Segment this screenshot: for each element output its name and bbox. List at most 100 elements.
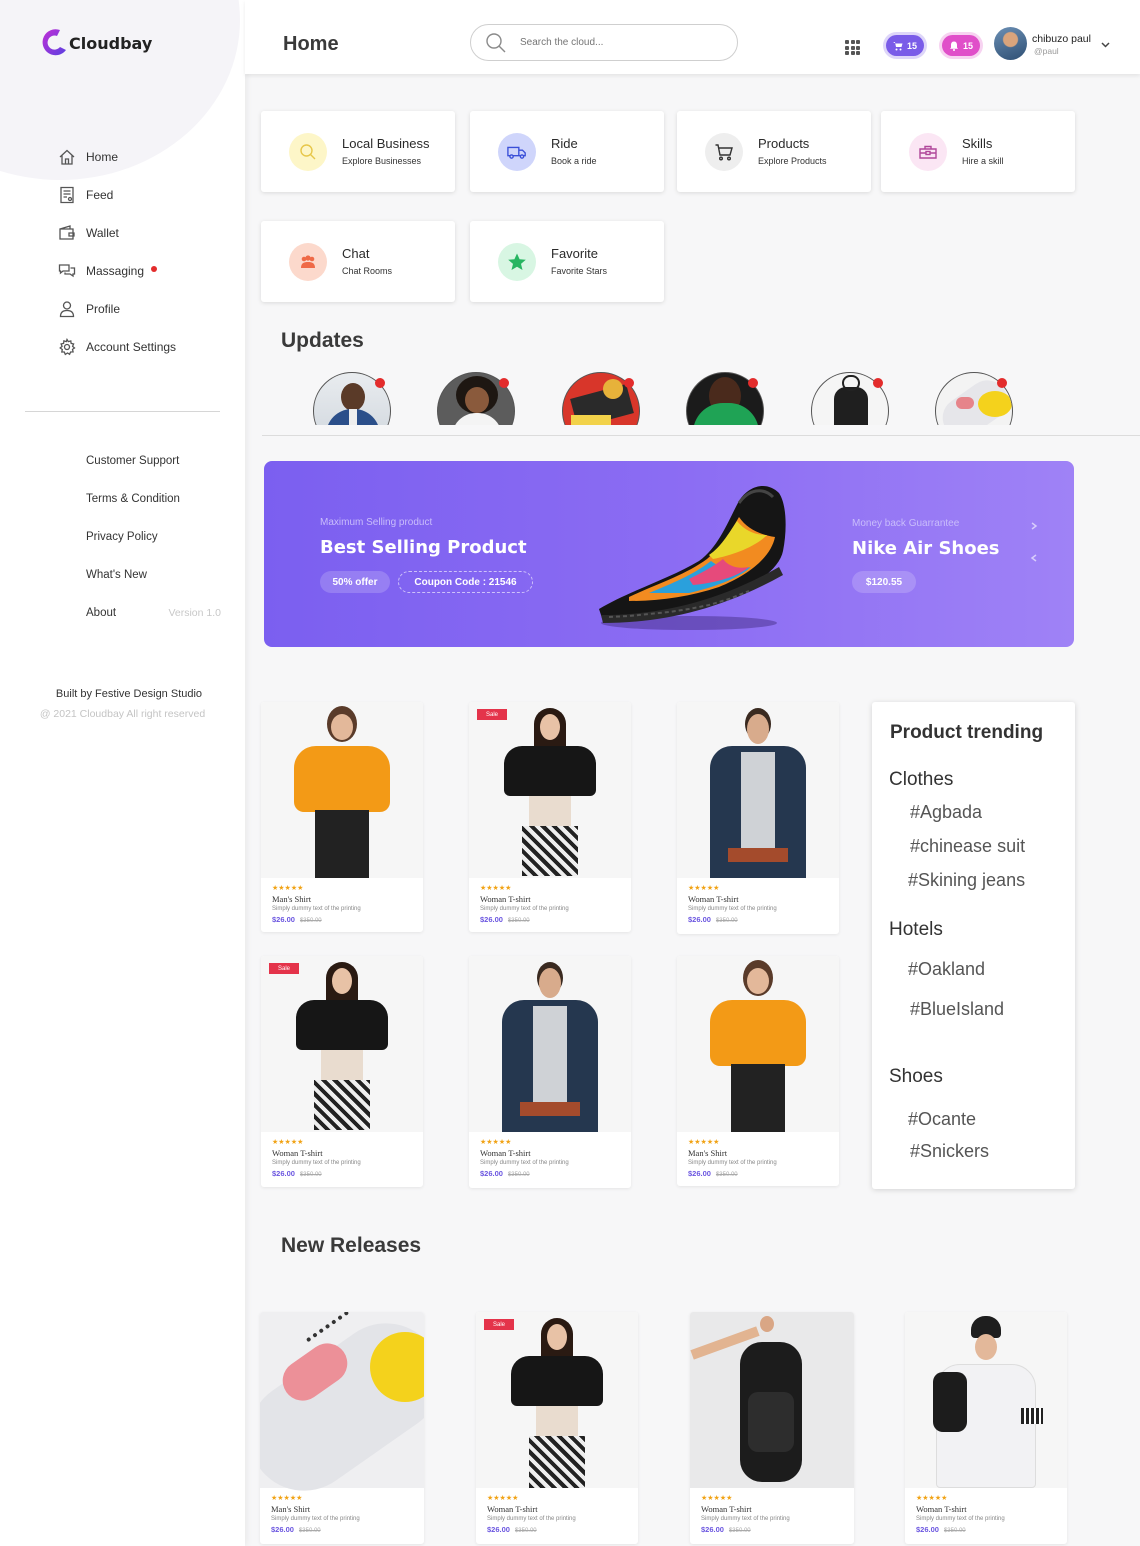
cart-button[interactable]: 15 <box>886 35 924 56</box>
gear-icon <box>59 338 76 356</box>
link-label: About <box>86 607 117 619</box>
product-image <box>261 956 423 1132</box>
coupon-chip[interactable]: Coupon Code : 21546 <box>398 571 533 593</box>
trending-tag[interactable]: #BlueIsland <box>910 999 1004 1020</box>
sale-badge: Sale <box>477 709 507 720</box>
trending-category: Hotels <box>889 919 943 940</box>
category-local-business[interactable]: Local Business Explore Businesses <box>261 111 455 192</box>
category-chat[interactable]: Chat Chat Rooms <box>261 221 455 302</box>
category-subtitle: Book a ride <box>551 156 597 166</box>
product-description: Simply dummy text of the printing <box>480 906 569 912</box>
product-price: $26.00 $350.00 <box>688 914 777 927</box>
release-card[interactable]: Sale ★★★★★ Woman T-shirt Simply dummy te… <box>476 1312 638 1544</box>
story-item[interactable] <box>935 372 1013 425</box>
banner-right-subtitle: Money back Guarrantee <box>852 518 960 529</box>
trending-tag[interactable]: #Skining jeans <box>908 870 1025 891</box>
category-subtitle: Favorite Stars <box>551 266 608 276</box>
price-current: $26.00 <box>701 1525 724 1534</box>
offer-chip[interactable]: 50% offer <box>320 571 390 593</box>
new-story-indicator <box>873 378 883 388</box>
trending-tag[interactable]: #Snickers <box>910 1141 989 1162</box>
category-title: Products <box>758 136 810 151</box>
bell-icon <box>949 41 958 51</box>
notifications-button[interactable]: 15 <box>942 35 980 56</box>
product-card[interactable]: Sale ★★★★★ Woman T-shirt Simply dummy te… <box>469 702 631 932</box>
top-bar: Home 15 15 chibuzo paul @paul <box>245 0 1140 74</box>
sidebar-item-wallet[interactable]: Wallet <box>58 214 176 252</box>
story-item[interactable] <box>562 372 640 425</box>
product-name: Woman T-shirt <box>916 1504 967 1514</box>
product-card[interactable]: ★★★★★ Woman T-shirt Simply dummy text of… <box>469 956 631 1188</box>
search-bar[interactable] <box>470 24 738 61</box>
price-current: $26.00 <box>688 915 711 924</box>
sidebar-item-feed[interactable]: Feed <box>58 176 176 214</box>
sidebar-item-messaging[interactable]: Massaging <box>58 252 176 290</box>
release-card[interactable]: ★★★★★ Woman T-shirt Simply dummy text of… <box>690 1312 854 1544</box>
price-old: $350.00 <box>507 918 530 924</box>
notification-count: 15 <box>962 40 973 51</box>
toolbox-icon <box>909 132 947 171</box>
story-item[interactable] <box>437 372 515 425</box>
rating-stars: ★★★★★ <box>916 1494 948 1502</box>
sidebar-item-label: Wallet <box>86 226 119 240</box>
product-price: $26.00 $350.00 <box>688 1168 777 1181</box>
release-card[interactable]: ★★★★★ Man's Shirt Simply dummy text of t… <box>260 1312 424 1544</box>
rating-stars: ★★★★★ <box>480 1138 512 1146</box>
category-title: Local Business <box>342 136 430 151</box>
product-card[interactable]: ★★★★★ Man's Shirt Simply dummy text of t… <box>261 702 423 932</box>
trending-tag[interactable]: #Agbada <box>910 802 982 823</box>
avatar[interactable] <box>994 27 1027 60</box>
product-image <box>476 1312 638 1488</box>
rating-stars: ★★★★★ <box>271 1494 303 1502</box>
product-card[interactable]: Sale ★★★★★ Woman T-shirt Simply dummy te… <box>261 956 423 1187</box>
banner-subtitle: Maximum Selling product <box>320 517 433 528</box>
story-item[interactable] <box>811 372 889 425</box>
price-old: $350.00 <box>943 1528 966 1534</box>
chevron-left-icon[interactable] <box>1030 554 1038 562</box>
chevron-down-icon[interactable] <box>1101 40 1110 49</box>
rating-stars: ★★★★★ <box>272 1138 304 1146</box>
new-releases-title: New Releases <box>281 1234 422 1257</box>
category-products[interactable]: Products Explore Products <box>677 111 871 192</box>
link-terms[interactable]: Terms & Condition <box>86 480 221 518</box>
price-current: $26.00 <box>480 1169 503 1178</box>
chevron-right-icon[interactable] <box>1030 522 1038 530</box>
promo-banner[interactable]: Maximum Selling product Best Selling Pro… <box>264 461 1074 647</box>
category-ride[interactable]: Ride Book a ride <box>470 111 664 192</box>
category-favorite[interactable]: Favorite Favorite Stars <box>470 221 664 302</box>
sidebar-item-account-settings[interactable]: Account Settings <box>58 328 176 366</box>
link-privacy-policy[interactable]: Privacy Policy <box>86 518 221 556</box>
trending-tag[interactable]: #Ocante <box>908 1109 976 1130</box>
product-card[interactable]: ★★★★★ Man's Shirt Simply dummy text of t… <box>677 956 839 1186</box>
product-image <box>677 702 839 878</box>
category-subtitle: Explore Products <box>758 156 827 166</box>
user-name[interactable]: chibuzo paul <box>1032 33 1091 45</box>
release-card[interactable]: ★★★★★ Woman T-shirt Simply dummy text of… <box>905 1312 1067 1544</box>
category-skills[interactable]: Skills Hire a skill <box>881 111 1075 192</box>
product-description: Simply dummy text of the printing <box>487 1516 576 1522</box>
trending-tag[interactable]: #chinease suit <box>910 836 1025 857</box>
price-old: $350.00 <box>298 1528 321 1534</box>
apps-grid-icon[interactable] <box>845 40 860 55</box>
trending-tag[interactable]: #Oakland <box>908 959 985 980</box>
product-name: Man's Shirt <box>272 894 312 904</box>
story-item[interactable] <box>313 372 391 425</box>
product-price: $26.00 $350.00 <box>916 1524 1005 1537</box>
sidebar-item-profile[interactable]: Profile <box>58 290 176 328</box>
sidebar-item-home[interactable]: Home <box>58 138 176 176</box>
product-name: Man's Shirt <box>271 1504 311 1514</box>
product-card[interactable]: ★★★★★ Woman T-shirt Simply dummy text of… <box>677 702 839 934</box>
link-customer-support[interactable]: Customer Support <box>86 442 221 480</box>
new-story-indicator <box>997 378 1007 388</box>
sidebar: Cloudbay Home Feed Wallet Massaging Prof… <box>0 0 245 1546</box>
link-whats-new[interactable]: What's New <box>86 556 221 594</box>
link-about[interactable]: About Version 1.0 <box>86 594 221 632</box>
logo[interactable]: Cloudbay <box>36 26 152 60</box>
sidebar-item-label: Feed <box>86 188 114 202</box>
brand-name: Cloudbay <box>69 33 153 53</box>
sidebar-item-label: Account Settings <box>86 340 177 354</box>
category-title: Favorite <box>551 246 598 261</box>
sidebar-item-label: Profile <box>86 302 121 316</box>
story-item[interactable] <box>686 372 764 425</box>
search-input[interactable] <box>520 37 710 48</box>
